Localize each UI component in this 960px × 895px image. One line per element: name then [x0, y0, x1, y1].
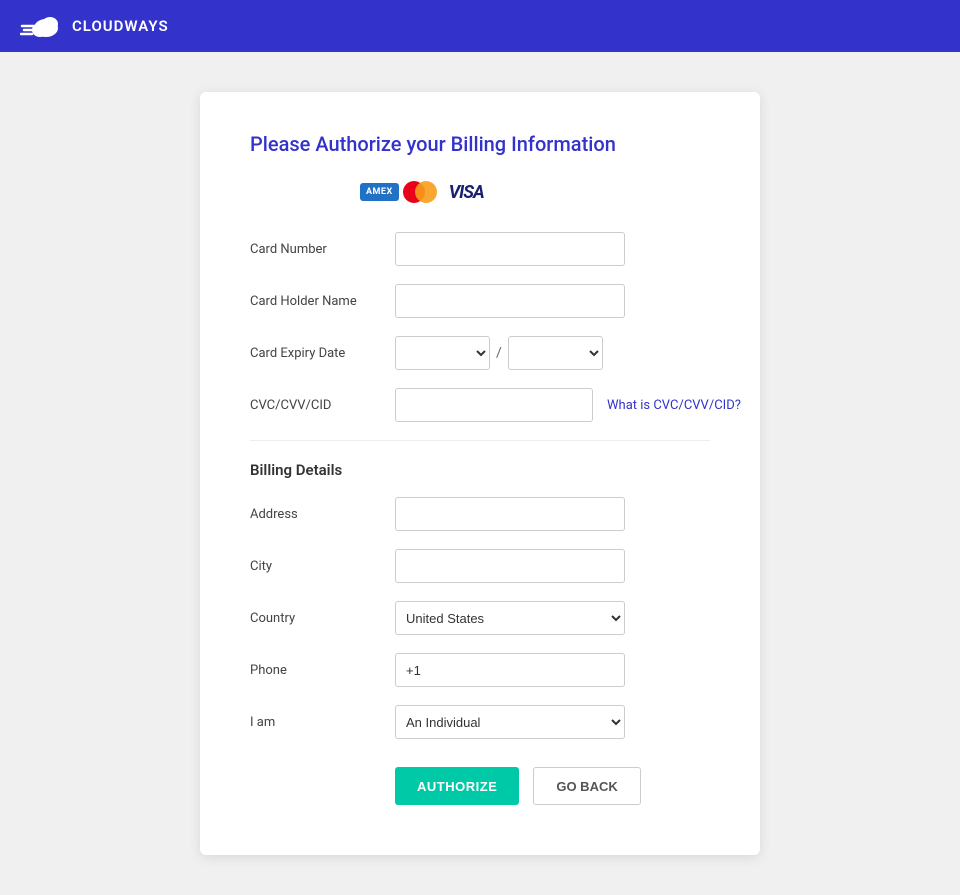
city-input[interactable]	[395, 549, 625, 583]
iam-select[interactable]: An Individual A Company	[395, 705, 625, 739]
header-title: CLOUDWAYS	[72, 17, 169, 35]
expiry-month-select[interactable]: 01020304 05060708 09101112	[395, 336, 490, 370]
page-title: Please Authorize your Billing Informatio…	[250, 132, 710, 156]
phone-input[interactable]	[395, 653, 625, 687]
cvc-label: CVC/CVV/CID	[250, 398, 395, 413]
card-number-input[interactable]	[395, 232, 625, 266]
expiry-separator: /	[496, 345, 502, 361]
visa-logo: VISA	[449, 182, 484, 203]
cvc-help-link[interactable]: What is CVC/CVV/CID?	[607, 398, 741, 413]
amex-logo: AMEX	[360, 183, 399, 201]
mastercard-logo	[403, 180, 441, 204]
header: CLOUDWAYS	[0, 0, 960, 52]
iam-label: I am	[250, 715, 395, 730]
address-label: Address	[250, 507, 395, 522]
city-label: City	[250, 559, 395, 574]
phone-label: Phone	[250, 663, 395, 678]
mc-circle-right	[415, 181, 437, 203]
address-row: Address	[250, 497, 710, 531]
go-back-button[interactable]: GO BACK	[533, 767, 640, 805]
authorize-button[interactable]: AUTHORIZE	[395, 767, 519, 805]
country-select[interactable]: United States United Kingdom Canada Aust…	[395, 601, 625, 635]
expiry-row: Card Expiry Date 01020304 05060708 09101…	[250, 336, 710, 370]
card-logos: AMEX VISA	[360, 180, 710, 204]
billing-section-title: Billing Details	[250, 461, 710, 479]
button-row: AUTHORIZE GO BACK	[395, 767, 710, 805]
city-row: City	[250, 549, 710, 583]
card-holder-row: Card Holder Name	[250, 284, 710, 318]
card-number-label: Card Number	[250, 242, 395, 257]
country-row: Country United States United Kingdom Can…	[250, 601, 710, 635]
logo-group: CLOUDWAYS	[20, 12, 169, 40]
cvc-group: What is CVC/CVV/CID?	[395, 388, 741, 422]
card-number-row: Card Number	[250, 232, 710, 266]
iam-row: I am An Individual A Company	[250, 705, 710, 739]
card-holder-input[interactable]	[395, 284, 625, 318]
cvc-input[interactable]	[395, 388, 593, 422]
phone-row: Phone	[250, 653, 710, 687]
cvc-row: CVC/CVV/CID What is CVC/CVV/CID?	[250, 388, 710, 422]
expiry-year-select[interactable]: 2024202520262027 2028202920302031 203220…	[508, 336, 603, 370]
country-label: Country	[250, 611, 395, 626]
expiry-group: 01020304 05060708 09101112 / 20242025202…	[395, 336, 603, 370]
expiry-label: Card Expiry Date	[250, 346, 395, 361]
section-divider	[250, 440, 710, 441]
cloudways-logo-icon	[20, 12, 62, 40]
card-holder-label: Card Holder Name	[250, 294, 395, 309]
billing-card: Please Authorize your Billing Informatio…	[200, 92, 760, 855]
main-content: Please Authorize your Billing Informatio…	[0, 52, 960, 895]
address-input[interactable]	[395, 497, 625, 531]
